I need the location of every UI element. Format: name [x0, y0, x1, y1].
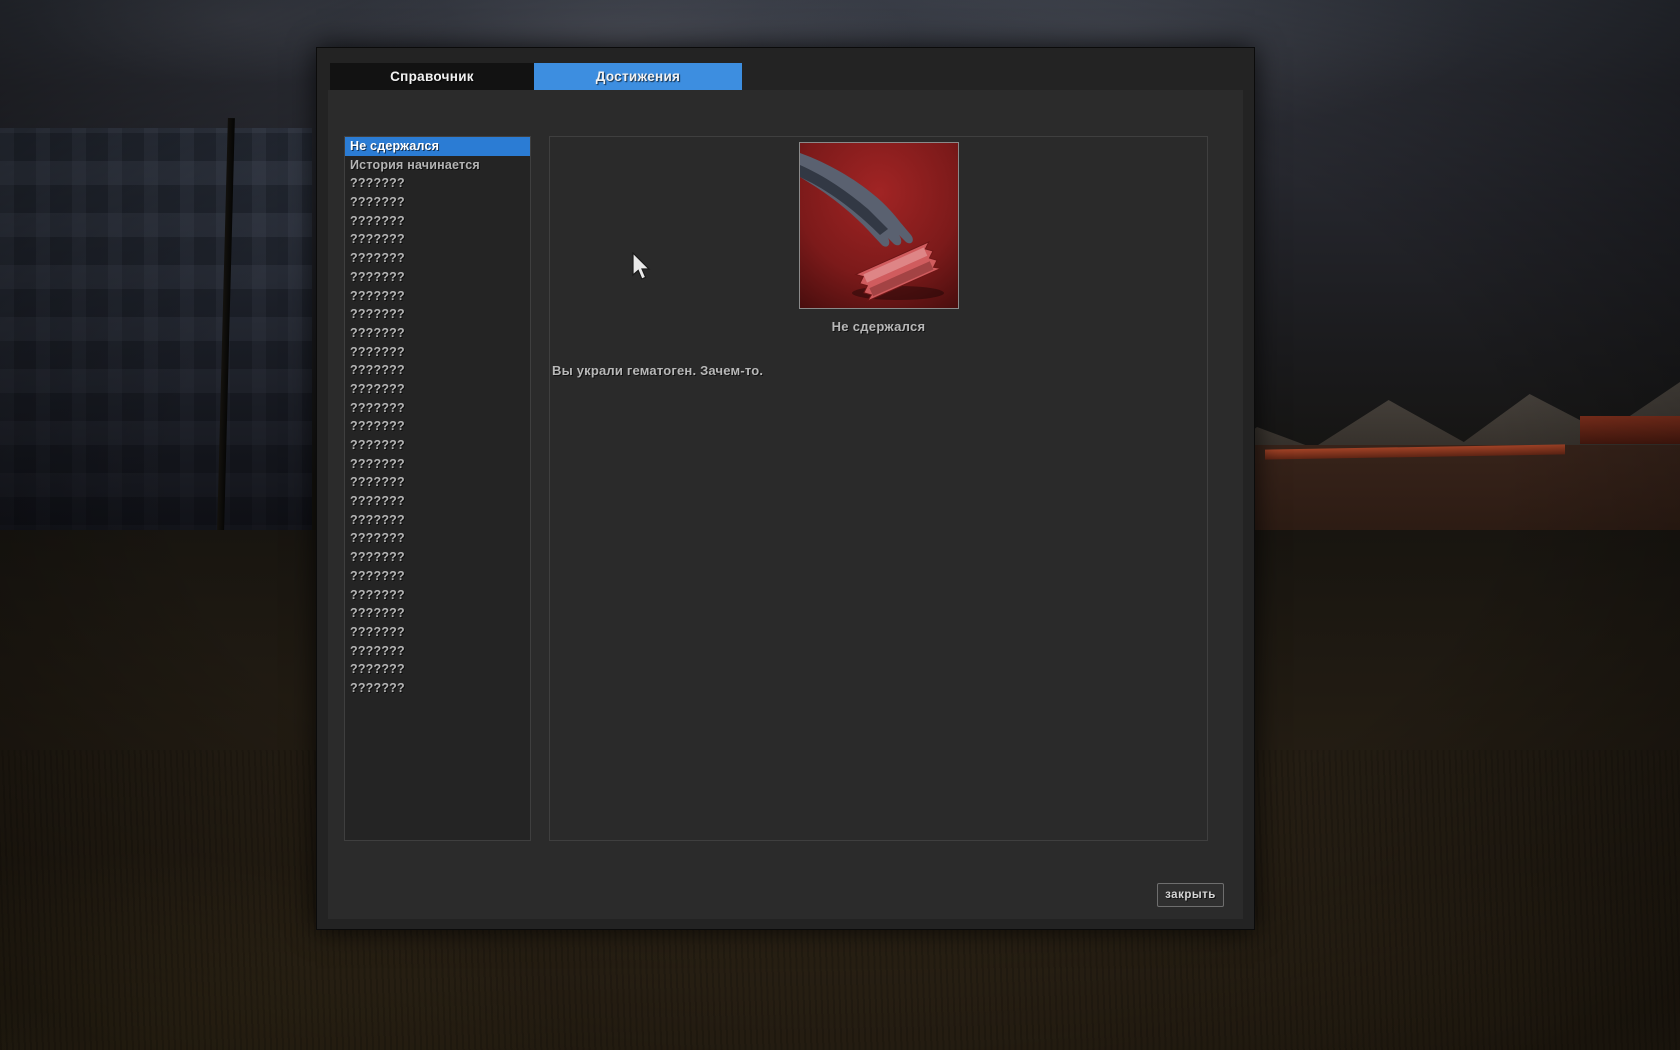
achievement-list: Не сдержался История начинается??????????… — [344, 136, 531, 841]
achievement-list-item[interactable]: ??????? — [345, 548, 530, 567]
achievement-list-item[interactable]: ??????? — [345, 679, 530, 698]
achievement-list-item[interactable]: ??????? — [345, 249, 530, 268]
achievement-list-item[interactable]: ??????? — [345, 473, 530, 492]
achievement-list-item[interactable]: ??????? — [345, 174, 530, 193]
achievement-list-item[interactable]: ??????? — [345, 399, 530, 418]
achievement-list-item[interactable]: ??????? — [345, 343, 530, 362]
roof-edge-right — [1580, 416, 1680, 444]
dialog-panel: Не сдержался История начинается??????????… — [328, 90, 1243, 919]
achievement-list-item[interactable]: ??????? — [345, 324, 530, 343]
tab-achievements[interactable]: Достижения — [534, 63, 742, 90]
achievement-list-item[interactable]: ??????? — [345, 529, 530, 548]
achievement-list-item[interactable]: ??????? — [345, 380, 530, 399]
tab-bar: Справочник Достижения — [330, 63, 742, 90]
achievement-list-item[interactable]: ??????? — [345, 623, 530, 642]
achievement-description: Вы украли гематоген. Зачем-то. — [552, 363, 764, 378]
achievement-list-item[interactable]: История начинается — [345, 156, 530, 175]
close-button[interactable]: закрыть — [1157, 883, 1224, 907]
achievement-detail: Не сдержался Вы украли гематоген. Зачем-… — [549, 136, 1208, 841]
tab-reference[interactable]: Справочник — [330, 63, 534, 90]
achievement-list-item[interactable]: ??????? — [345, 287, 530, 306]
achievement-list-item[interactable]: ??????? — [345, 492, 530, 511]
achievement-list-item[interactable]: ??????? — [345, 417, 530, 436]
hand-reaching-hematogen-icon — [798, 142, 959, 309]
achievement-list-item[interactable]: ??????? — [345, 305, 530, 324]
achievement-list-item[interactable]: ??????? — [345, 436, 530, 455]
achievements-dialog: Справочник Достижения Не сдержался Истори… — [316, 47, 1255, 930]
achievement-list-item[interactable]: ??????? — [345, 361, 530, 380]
achievement-list-item[interactable]: ??????? — [345, 604, 530, 623]
achievement-list-item[interactable]: ??????? — [345, 455, 530, 474]
achievement-list-item[interactable]: ??????? — [345, 268, 530, 287]
achievement-list-item[interactable]: ??????? — [345, 511, 530, 530]
achievement-list-item[interactable]: ??????? — [345, 193, 530, 212]
achievement-list-item[interactable]: ??????? — [345, 660, 530, 679]
achievement-title: Не сдержался — [831, 319, 926, 334]
achievement-list-item[interactable]: ??????? — [345, 586, 530, 605]
achievement-list-item[interactable]: Не сдержался — [345, 137, 530, 156]
achievement-list-item[interactable]: ??????? — [345, 642, 530, 661]
achievement-list-item[interactable]: ??????? — [345, 212, 530, 231]
achievement-list-item[interactable]: ??????? — [345, 567, 530, 586]
achievement-list-item[interactable]: ??????? — [345, 230, 530, 249]
